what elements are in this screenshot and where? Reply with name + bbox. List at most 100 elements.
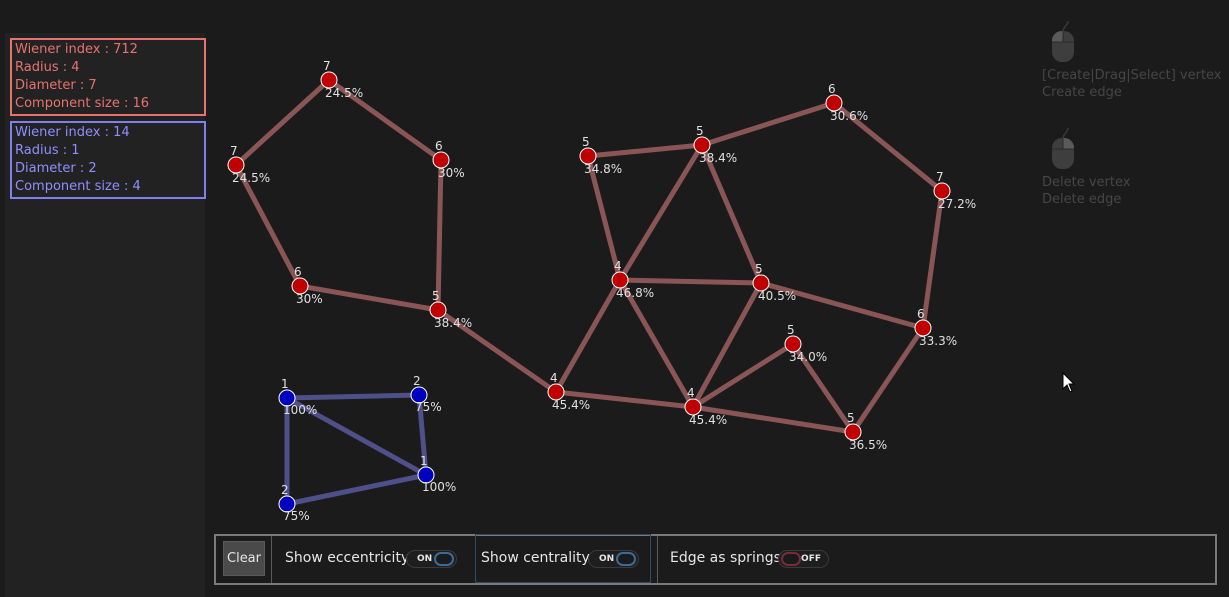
blue-vertex[interactable]: 2 75% [278, 483, 310, 523]
centrality-label: 24.5% [325, 86, 363, 100]
blue-edge[interactable] [284, 392, 422, 401]
centrality-label: 45.4% [552, 398, 590, 412]
red-edge[interactable] [585, 142, 705, 159]
toggle-knob [781, 552, 801, 566]
toggle-state-text: OFF [801, 554, 821, 564]
centrality-label: 30% [296, 292, 323, 306]
show-eccentricity-toggle[interactable]: ON [406, 550, 457, 568]
red-edge[interactable] [233, 77, 332, 168]
red-edge[interactable] [617, 277, 764, 286]
eccentricity-label: 5 [582, 135, 590, 149]
blue-vertex[interactable]: 2 75% [410, 374, 442, 414]
centrality-label: 34.8% [584, 162, 622, 176]
red-vertex[interactable]: 5 40.5% [752, 262, 796, 303]
red-vertex[interactable]: 6 30.6% [825, 82, 868, 123]
eccentricity-label: 6 [917, 307, 925, 321]
eccentricity-label: 6 [435, 139, 443, 153]
centrality-label: 36.5% [849, 438, 887, 452]
mouse-left-click-icon [1051, 20, 1074, 62]
edge-as-springs-toggle[interactable]: OFF [778, 550, 829, 568]
right-click-help: Delete vertex Delete edge [1040, 127, 1229, 240]
eccentricity-label: 4 [687, 386, 695, 400]
eccentricity-label: 4 [550, 371, 558, 385]
help-create-edge: Create edge [1042, 85, 1122, 100]
centrality-label: 38.4% [699, 151, 737, 165]
centrality-label: 30.6% [830, 109, 868, 123]
edge-as-springs-label: Edge as springs [670, 550, 781, 566]
mouse-help-panel: [Create|Drag|Select] vertex Create edge … [1040, 20, 1229, 240]
red-edge[interactable] [435, 157, 444, 313]
red-edge[interactable] [920, 188, 945, 331]
component-size-label: Component size : 16 [15, 96, 149, 111]
centrality-label: 100% [283, 403, 317, 417]
eccentricity-label: 5 [787, 323, 795, 337]
toolbar-divider [657, 536, 658, 583]
centrality-label: 38.4% [434, 316, 472, 330]
stats-box-blue-component: Wiener index : 14 Radius : 1 Diameter : … [10, 121, 206, 199]
red-vertex[interactable]: 7 24.5% [320, 59, 363, 100]
stats-box-red-component: Wiener index : 712 Radius : 4 Diameter :… [10, 38, 206, 116]
centrality-label: 100% [422, 480, 456, 494]
eccentricity-label: 2 [281, 483, 289, 497]
eccentricity-label: 1 [420, 454, 428, 468]
eccentricity-label: 7 [323, 59, 331, 73]
centrality-label: 27.2% [938, 197, 976, 211]
centrality-label: 34.0% [789, 350, 827, 364]
red-vertex[interactable]: 6 33.3% [914, 307, 957, 348]
eccentricity-label: 6 [294, 265, 302, 279]
red-vertex[interactable]: 7 27.2% [933, 170, 976, 211]
centrality-label: 24.5% [232, 171, 270, 185]
mouse-cursor-icon [1062, 372, 1076, 393]
eccentricity-label: 4 [614, 259, 622, 273]
left-click-help: [Create|Drag|Select] vertex Create edge [1040, 20, 1229, 130]
eccentricity-label: 7 [230, 144, 238, 158]
toggle-knob [434, 552, 454, 566]
wiener-index-label: Wiener index : 712 [15, 42, 138, 57]
eccentricity-label: 5 [696, 124, 704, 138]
centrality-label: 33.3% [919, 334, 957, 348]
show-centrality-toggle[interactable]: ON [588, 550, 639, 568]
blue-edge[interactable] [284, 472, 429, 507]
eccentricity-label: 2 [413, 374, 421, 388]
red-vertex[interactable]: 5 38.4% [693, 124, 737, 165]
centrality-label: 30% [438, 166, 465, 180]
blue-vertex[interactable]: 1 100% [417, 454, 456, 494]
toggle-knob [616, 552, 636, 566]
red-edge[interactable] [699, 142, 764, 286]
red-edge[interactable] [699, 100, 837, 148]
radius-label: Radius : 1 [15, 143, 80, 158]
bottom-toolbar: Clear Show eccentricity ON Show centrali… [214, 534, 1217, 585]
toggle-state-text: ON [599, 554, 615, 564]
red-edge[interactable] [553, 277, 623, 395]
clear-button[interactable]: Clear [223, 541, 265, 576]
eccentricity-label: 5 [755, 262, 763, 276]
eccentricity-label: 5 [432, 289, 440, 303]
centrality-label: 46.8% [616, 286, 654, 300]
centrality-label: 75% [283, 509, 310, 523]
eccentricity-label: 6 [828, 82, 836, 96]
toggle-state-text: ON [417, 554, 433, 564]
eccentricity-label: 5 [847, 411, 855, 425]
red-vertex[interactable]: 5 36.5% [844, 411, 887, 452]
mouse-right-click-icon [1052, 127, 1075, 169]
diameter-label: Diameter : 7 [15, 78, 97, 93]
diameter-label: Diameter : 2 [15, 161, 97, 176]
centrality-label: 40.5% [758, 289, 796, 303]
help-delete-vertex: Delete vertex [1042, 175, 1131, 190]
show-centrality-label: Show centrality [481, 550, 590, 566]
red-vertex[interactable]: 6 30% [432, 139, 465, 180]
red-edge[interactable] [617, 142, 705, 283]
show-eccentricity-label: Show eccentricity [285, 550, 410, 566]
red-vertex[interactable]: 6 30% [291, 265, 323, 306]
red-edge[interactable] [850, 325, 926, 435]
red-vertex[interactable]: 5 34.0% [784, 323, 827, 364]
toolbar-divider [271, 536, 272, 583]
help-delete-edge: Delete edge [1042, 192, 1122, 207]
wiener-index-label: Wiener index : 14 [15, 125, 130, 140]
eccentricity-label: 1 [281, 377, 289, 391]
stats-sidebar: Wiener index : 712 Radius : 4 Diameter :… [5, 33, 206, 597]
red-vertex[interactable]: 5 38.4% [429, 289, 472, 330]
component-size-label: Component size : 4 [15, 179, 141, 194]
centrality-label: 45.4% [689, 413, 727, 427]
centrality-label: 75% [415, 400, 442, 414]
